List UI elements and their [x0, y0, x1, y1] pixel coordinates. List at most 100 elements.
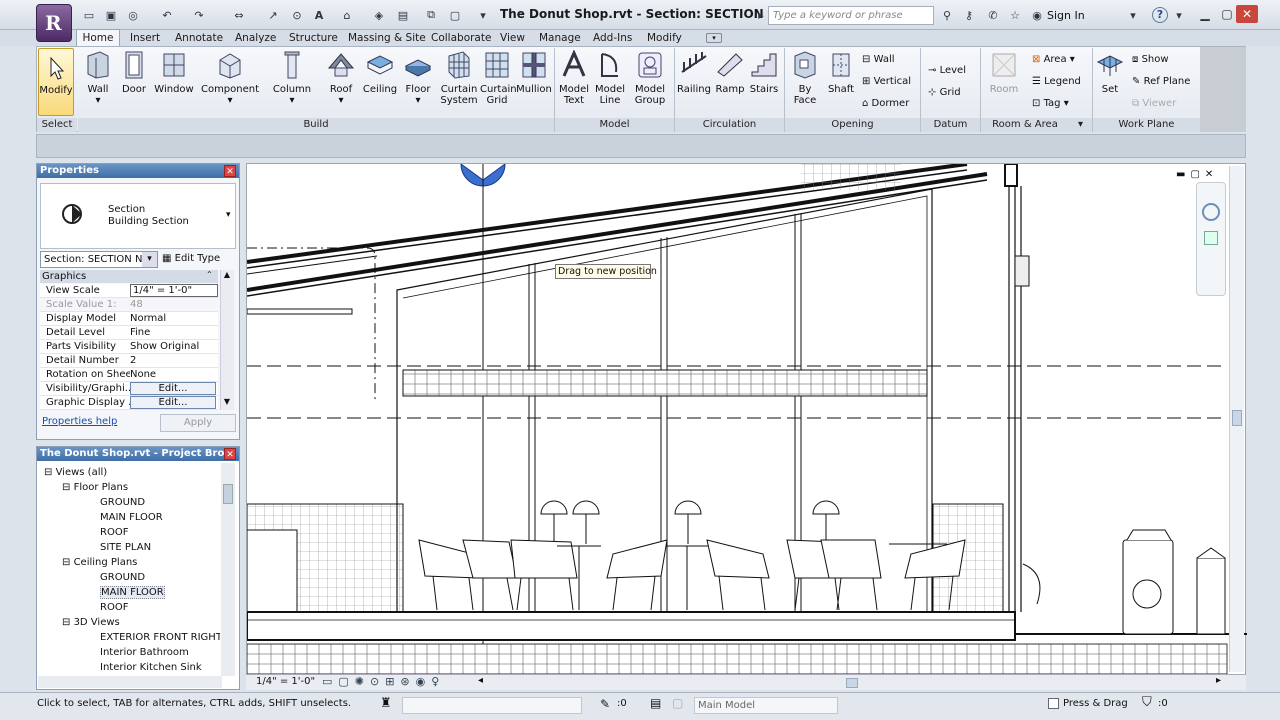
property-value[interactable]: 2 [130, 354, 136, 368]
press-drag-checkbox[interactable] [1048, 698, 1059, 709]
close-window-icon[interactable]: ✕ [1236, 5, 1258, 23]
browser-tree-node[interactable]: EXTERIOR FRONT RIGHT [40, 630, 220, 645]
scroll-left-icon[interactable]: ◂ [478, 675, 483, 686]
worksets-icon[interactable]: ♜ [380, 696, 392, 711]
save-icon[interactable]: ▣ [104, 8, 118, 22]
curtain-grid-button[interactable]: Curtain Grid [480, 50, 517, 106]
area-button[interactable]: ⊠ Area ▾ [1032, 54, 1075, 65]
canvas-vscrollbar[interactable] [1229, 166, 1244, 672]
close-properties-icon[interactable]: ✕ [224, 165, 236, 177]
mullion-button[interactable]: Mullion [516, 50, 552, 95]
tab-view[interactable]: View [500, 30, 525, 46]
zoom-icon[interactable] [1204, 231, 1218, 245]
curtain-system-button[interactable]: Curtain System [440, 50, 478, 106]
navigation-bar[interactable] [1196, 182, 1226, 296]
browser-tree-node[interactable]: MAIN FLOOR [40, 585, 220, 600]
view-window-controls[interactable]: ▬▢✕ [1176, 169, 1218, 180]
browser-scroll-thumb[interactable] [223, 484, 233, 504]
by-face-button[interactable]: By Face [788, 50, 822, 106]
room-button[interactable]: Room [986, 50, 1022, 95]
tab-insert[interactable]: Insert [130, 30, 160, 46]
panel-label-select[interactable]: Select [37, 118, 77, 132]
open-icon[interactable]: ▭ [82, 8, 96, 22]
browser-tree-node[interactable]: GROUND [40, 495, 220, 510]
section-icon[interactable]: ◈ [372, 8, 386, 22]
property-row[interactable]: Detail Number 2 [40, 354, 218, 368]
workset-select[interactable] [402, 697, 582, 714]
property-row[interactable]: Display Model Normal [40, 312, 218, 326]
grid-button[interactable]: ⊹ Grid [928, 87, 961, 98]
undo-icon[interactable]: ↶ [160, 8, 174, 22]
panel-label-room-area[interactable]: Room & Area [981, 118, 1069, 132]
model-group-button[interactable]: Model Group [630, 50, 670, 106]
tab-structure[interactable]: Structure [289, 30, 338, 46]
browser-tree-node[interactable]: ⊟ Floor Plans [40, 480, 220, 495]
measure-icon[interactable]: ⇔ [232, 8, 246, 22]
text-icon[interactable]: A [312, 8, 326, 22]
dormer-button[interactable]: ⌂ Dormer [862, 98, 909, 109]
properties-scrollbar[interactable] [220, 270, 234, 410]
tab-home[interactable]: Home [76, 29, 120, 47]
scroll-right-icon[interactable]: ▸ [1216, 675, 1221, 686]
model-line-button[interactable]: Model Line [592, 50, 628, 106]
tab-annotate[interactable]: Annotate [175, 30, 223, 46]
property-value[interactable]: 1/4" = 1'-0" [130, 284, 218, 297]
search-input[interactable]: Type a keyword or phrase [768, 6, 934, 25]
property-value[interactable]: Normal [130, 312, 166, 326]
filter-icon[interactable]: ⛉ [1142, 695, 1152, 710]
view-control-icons[interactable]: ▭▢✺⊙⊞⊛◉♀ [322, 675, 445, 688]
view-scale-value[interactable]: 1/4" = 1'-0" [256, 676, 315, 687]
property-value[interactable]: Edit... [130, 382, 216, 395]
property-row[interactable]: View Scale 1/4" = 1'-0" [40, 284, 218, 298]
column-button[interactable]: Column ▾ [272, 50, 312, 106]
tab-add-ins[interactable]: Add-Ins [593, 30, 632, 46]
signin-dropdown-icon[interactable]: ▾ [1126, 8, 1140, 22]
property-row[interactable]: Visibility/Graphi... Edit... [40, 382, 218, 396]
subscription-icon[interactable]: ⚷ [962, 8, 976, 22]
property-row[interactable]: Scale Value 1: 48 [40, 298, 218, 312]
railing-button[interactable]: Railing [676, 50, 712, 95]
property-row[interactable]: Detail Level Fine [40, 326, 218, 340]
room-area-dropdown-icon[interactable]: ▾ [1069, 118, 1092, 132]
collapse-group-icon[interactable]: ⌃ [206, 270, 213, 279]
chevron-right-icon[interactable]: ▸ [754, 8, 768, 22]
tag-icon[interactable]: ⊙ [290, 8, 304, 22]
browser-tree-node[interactable]: SITE PLAN [40, 540, 220, 555]
property-row[interactable]: Parts Visibility Show Original [40, 340, 218, 354]
instance-filter-dropdown-icon[interactable]: ▾ [142, 252, 157, 267]
stairs-button[interactable]: Stairs [748, 50, 780, 95]
property-value[interactable]: Fine [130, 326, 150, 340]
redo-icon[interactable]: ↷ [192, 8, 206, 22]
property-value[interactable]: 48 [130, 298, 143, 312]
ref-plane-button[interactable]: ✎ Ref Plane [1132, 76, 1190, 87]
wall-button[interactable]: Wall ▾ [82, 50, 114, 106]
browser-hscrollbar[interactable] [38, 676, 222, 688]
canvas-vscroll-thumb[interactable] [1232, 410, 1242, 426]
tab-manage[interactable]: Manage [539, 30, 581, 46]
sync-icon[interactable]: ◎ [126, 8, 140, 22]
browser-tree-node[interactable]: ⊟ 3D Views [40, 615, 220, 630]
browser-tree-node[interactable]: Interior Kitchen Sink [40, 660, 220, 675]
ramp-button[interactable]: Ramp [712, 50, 748, 95]
design-option-select[interactable]: Main Model [694, 697, 838, 714]
property-value[interactable]: None [130, 368, 156, 382]
favorites-star-icon[interactable]: ☆ [1008, 8, 1022, 22]
tab-collaborate[interactable]: Collaborate [431, 30, 491, 46]
component-button[interactable]: Component ▾ [200, 50, 260, 106]
edit-type-button[interactable]: ▦ Edit Type [162, 250, 236, 268]
help-dropdown-icon[interactable]: ▾ [1172, 8, 1186, 22]
tag-button[interactable]: ⊡ Tag ▾ [1032, 98, 1069, 109]
close-hidden-icon[interactable]: ⧉ [424, 8, 438, 22]
dimension-icon[interactable]: ↗ [266, 8, 280, 22]
window-button[interactable]: Window [154, 50, 194, 95]
communication-icon[interactable]: ✆ [986, 8, 1000, 22]
browser-tree-node[interactable]: ROOF [40, 600, 220, 615]
property-value[interactable]: Show Original [130, 340, 199, 354]
door-button[interactable]: Door [118, 50, 150, 95]
legend-button[interactable]: ☰ Legend [1032, 76, 1081, 87]
ceiling-button[interactable]: Ceiling [362, 50, 398, 95]
browser-tree-node[interactable]: Interior Bathroom [40, 645, 220, 660]
switch-windows-icon[interactable]: ▢ [448, 8, 462, 22]
minimize-icon[interactable]: ▁ [1194, 5, 1216, 23]
tree-toggle-icon[interactable]: ⊟ [62, 617, 74, 628]
